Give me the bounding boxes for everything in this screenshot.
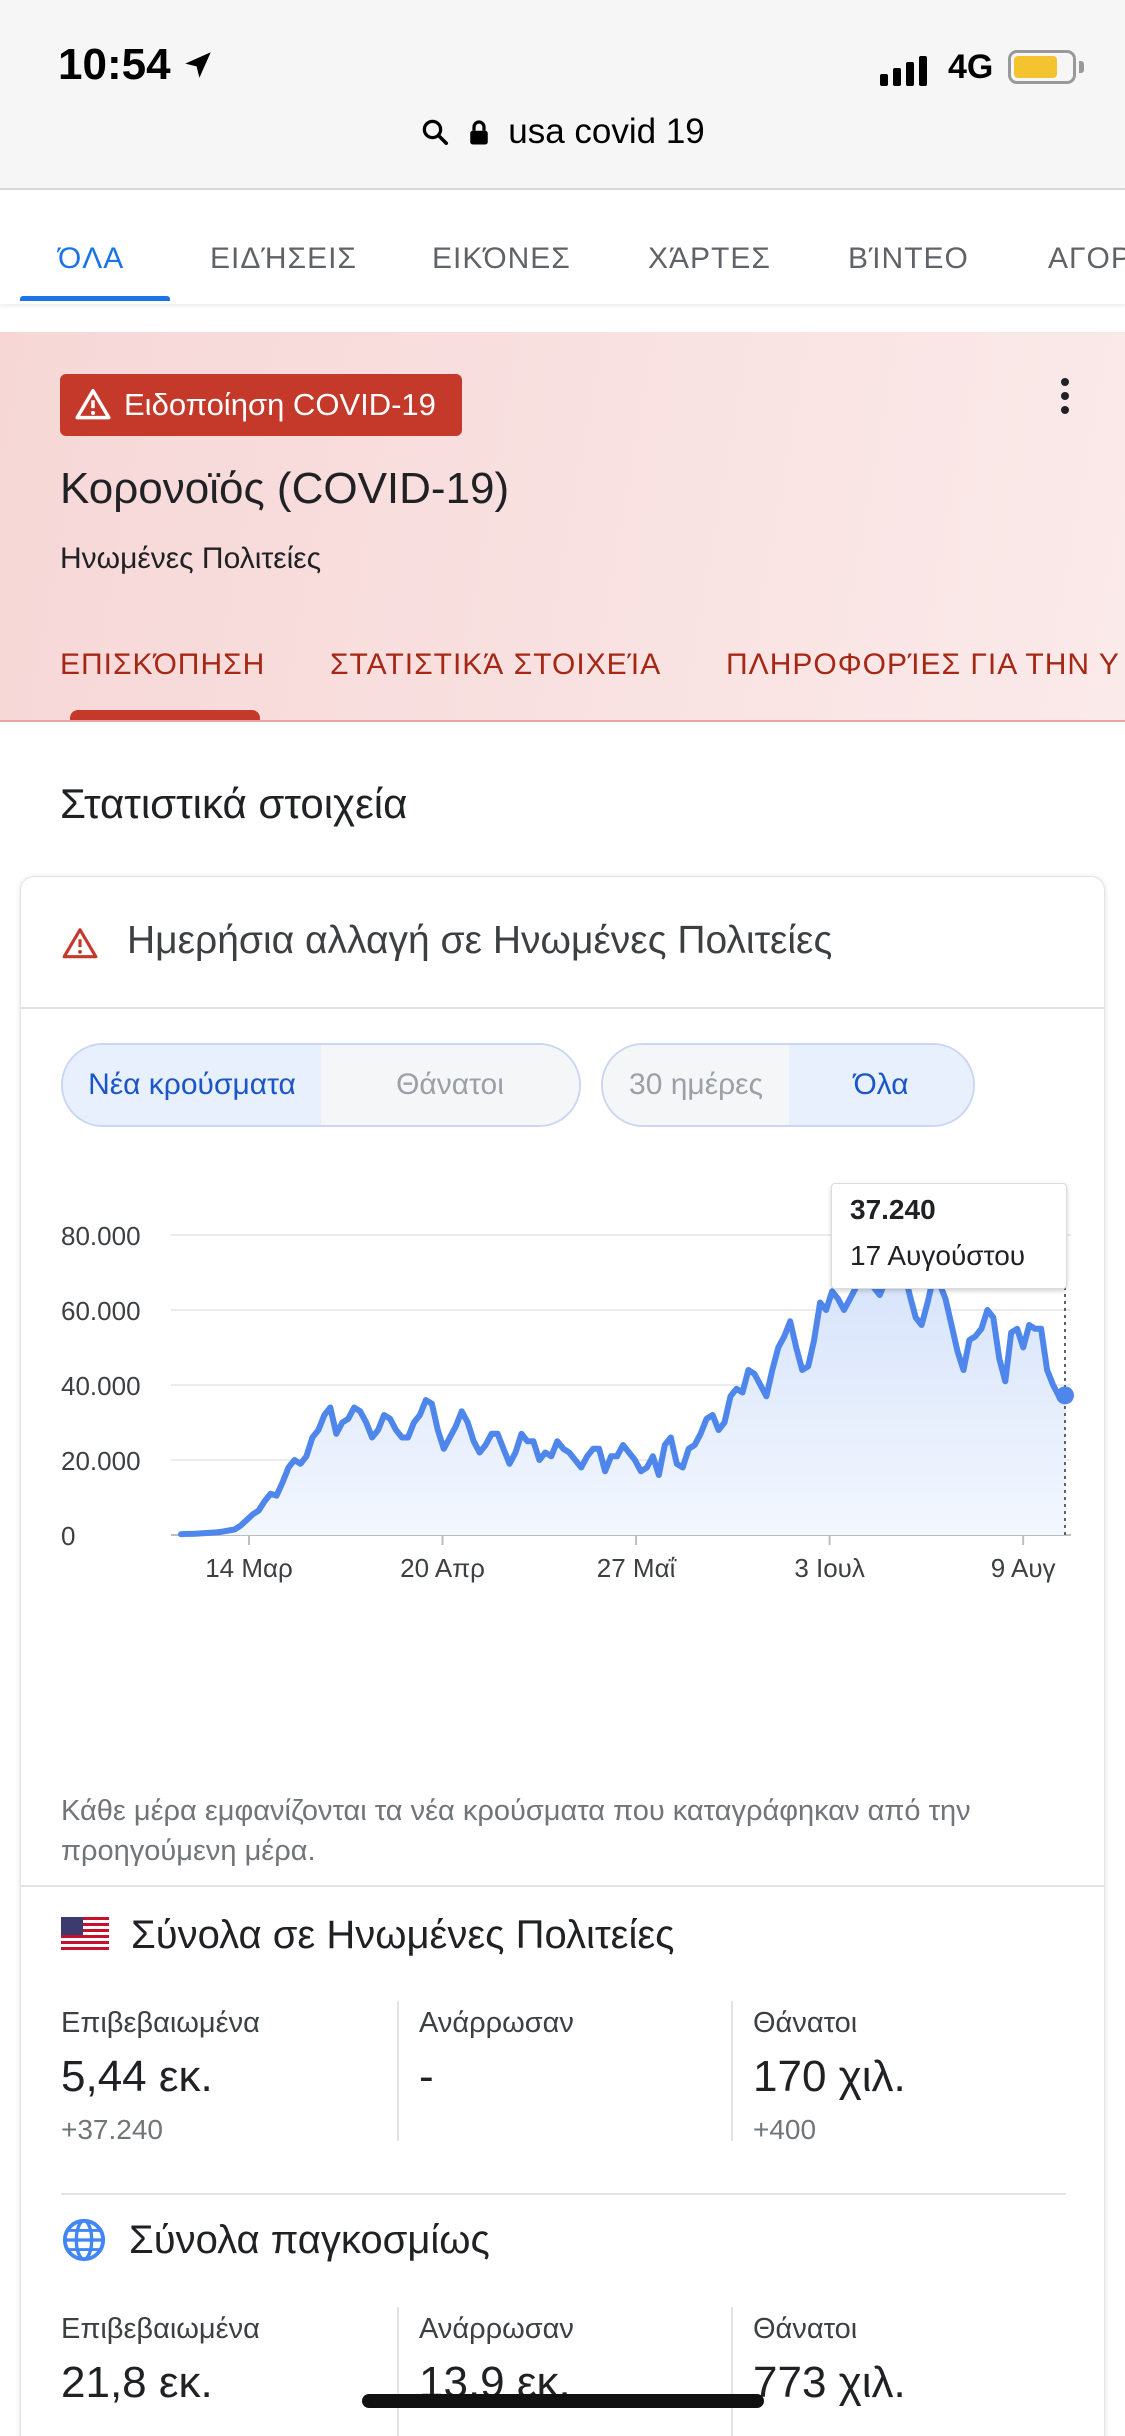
more-options-icon[interactable]	[1050, 374, 1080, 424]
deaths-value: 773 χιλ.	[753, 2358, 906, 2407]
us-totals-title: Σύνολα σε Ηνωμένες Πολιτείες	[131, 1912, 675, 1957]
highlight-point	[1056, 1386, 1074, 1405]
new-cases-button[interactable]: Νέα κρούσματα	[63, 1045, 321, 1125]
lock-icon	[470, 120, 488, 145]
battery-cap	[1079, 61, 1084, 73]
y-tick-label: 0	[61, 1521, 75, 1551]
alert-label: Ειδοποίηση COVID-19	[124, 387, 436, 422]
confirmed-delta: +37.240	[61, 2114, 163, 2145]
confirmed-value: 5,44 εκ.	[61, 2052, 213, 2101]
search-icon	[422, 119, 449, 145]
divider	[61, 2193, 1066, 2195]
battery-icon	[1008, 50, 1076, 84]
globe-icon	[62, 2218, 106, 2262]
card-title: Ημερήσια αλλαγή σε Ηνωμένες Πολιτείες	[127, 919, 833, 962]
tab-maps[interactable]: ΧΆΡΤΕΣ	[648, 242, 771, 276]
recovered-label: Ανάρρωσαν	[419, 2007, 574, 2039]
panel-title: Κορονοϊός (COVID-19)	[60, 464, 510, 513]
cellular-signal-icon	[880, 56, 927, 86]
y-tick-label: 60.000	[61, 1296, 141, 1326]
us-recovered: Ανάρρωσαν -	[419, 2007, 574, 2102]
confirmed-label: Επιβεβαιωμένα	[61, 2313, 260, 2345]
world-deaths: Θάνατοι 773 χιλ.	[753, 2313, 906, 2408]
range-toggle: 30 ημέρες Όλα	[601, 1043, 975, 1127]
range-30-days-button[interactable]: 30 ημέρες	[603, 1045, 789, 1125]
series-area	[181, 1265, 1065, 1535]
y-tick-label: 40.000	[61, 1371, 141, 1401]
y-tick-label: 80.000	[61, 1221, 141, 1251]
column-divider	[397, 2001, 399, 2141]
address-text: usa covid 19	[508, 112, 705, 151]
x-tick-label: 20 Απρ	[400, 1553, 485, 1583]
covid-banner: Ειδοποίηση COVID-19 Κορονοϊός (COVID-19)…	[0, 332, 1125, 722]
divider	[21, 1885, 1104, 1887]
recovered-label: Ανάρρωσαν	[419, 2313, 574, 2345]
address-bar[interactable]: usa covid 19	[0, 112, 1125, 152]
stats-card: Ημερήσια αλλαγή σε Ηνωμένες Πολιτείες Νέ…	[20, 876, 1105, 2436]
world-confirmed: Επιβεβαιωμένα 21,8 εκ.	[61, 2313, 260, 2408]
y-tick-label: 20.000	[61, 1446, 141, 1476]
network-type: 4G	[948, 48, 994, 86]
confirmed-value: 21,8 εκ.	[61, 2358, 213, 2407]
column-divider	[731, 2001, 733, 2141]
tab-news[interactable]: ΕΙΔΉΣΕΙΣ	[210, 242, 357, 276]
x-tick-label: 9 Αυγ	[991, 1553, 1056, 1583]
chart-note: Κάθε μέρα εμφανίζονται τα νέα κρούσματα …	[61, 1795, 971, 1867]
tab-shopping[interactable]: ΑΓΟΡ	[1048, 242, 1125, 276]
world-totals-title: Σύνολα παγκοσμίως	[129, 2217, 490, 2262]
column-divider	[397, 2307, 399, 2436]
confirmed-label: Επιβεβαιωμένα	[61, 2007, 260, 2039]
status-bar: 10:54 4G usa covid 19	[0, 0, 1125, 190]
deaths-value: 170 χιλ.	[753, 2052, 906, 2101]
home-indicator[interactable]	[362, 2394, 764, 2408]
range-all-button[interactable]: Όλα	[789, 1045, 973, 1125]
section-title: Στατιστικά στοιχεία	[60, 780, 408, 827]
tab-all[interactable]: ΌΛΑ	[58, 242, 124, 276]
tooltip-value: 37.240	[850, 1194, 936, 1225]
column-divider	[731, 2307, 733, 2436]
x-tick-label: 3 Ιουλ	[794, 1553, 865, 1583]
x-tick-label: 27 Μαΐ	[597, 1553, 677, 1583]
deaths-label: Θάνατοι	[753, 2313, 858, 2345]
warning-icon	[62, 928, 98, 959]
us-confirmed: Επιβεβαιωμένα 5,44 εκ. +37.240	[61, 2007, 260, 2146]
chart-tooltip: 37.240 17 Αυγούστου	[831, 1183, 1067, 1289]
tab-health-info[interactable]: ΠΛΗΡΟΦΟΡΊΕΣ ΓΙΑ ΤΗΝ Υ	[726, 648, 1120, 682]
clock: 10:54	[58, 40, 215, 90]
panel-subtitle: Ηνωμένες Πολιτείες	[60, 542, 322, 575]
world-totals-heading: Σύνολα παγκοσμίως	[61, 2217, 490, 2263]
deaths-label: Θάνατοι	[753, 2007, 858, 2039]
x-tick-label: 14 Μαρ	[205, 1553, 293, 1583]
card-header: Ημερήσια αλλαγή σε Ηνωμένες Πολιτείες	[21, 877, 1104, 1009]
tab-overview[interactable]: ΕΠΙΣΚΌΠΗΣΗ	[60, 648, 265, 682]
active-tab-indicator	[20, 296, 170, 301]
recovered-value: -	[419, 2052, 434, 2101]
tab-images[interactable]: ΕΙΚΌΝΕΣ	[432, 242, 571, 276]
us-flag-icon	[61, 1917, 109, 1953]
us-deaths: Θάνατοι 170 χιλ. +400	[753, 2007, 906, 2146]
tab-videos[interactable]: ΒΊΝΤΕΟ	[848, 242, 969, 276]
panel-tab-indicator	[70, 710, 260, 720]
clock-time: 10:54	[58, 40, 171, 89]
search-tabs: ΌΛΑ ΕΙΔΉΣΕΙΣ ΕΙΚΌΝΕΣ ΧΆΡΤΕΣ ΒΊΝΤΕΟ ΑΓΟΡ	[0, 190, 1125, 304]
covid-alert-chip[interactable]: Ειδοποίηση COVID-19	[60, 374, 462, 436]
deaths-button[interactable]: Θάνατοι	[321, 1045, 579, 1125]
tooltip-date: 17 Αυγούστου	[850, 1240, 1026, 1271]
tab-statistics[interactable]: ΣΤΑΤΙΣΤΙΚΆ ΣΤΟΙΧΕΊΑ	[330, 648, 661, 682]
warning-icon	[75, 389, 111, 420]
deaths-delta: +400	[753, 2114, 817, 2145]
metric-toggle: Νέα κρούσματα Θάνατοι	[61, 1043, 581, 1127]
location-arrow-icon	[184, 52, 211, 78]
us-totals-heading: Σύνολα σε Ηνωμένες Πολιτείες	[61, 1911, 674, 1959]
